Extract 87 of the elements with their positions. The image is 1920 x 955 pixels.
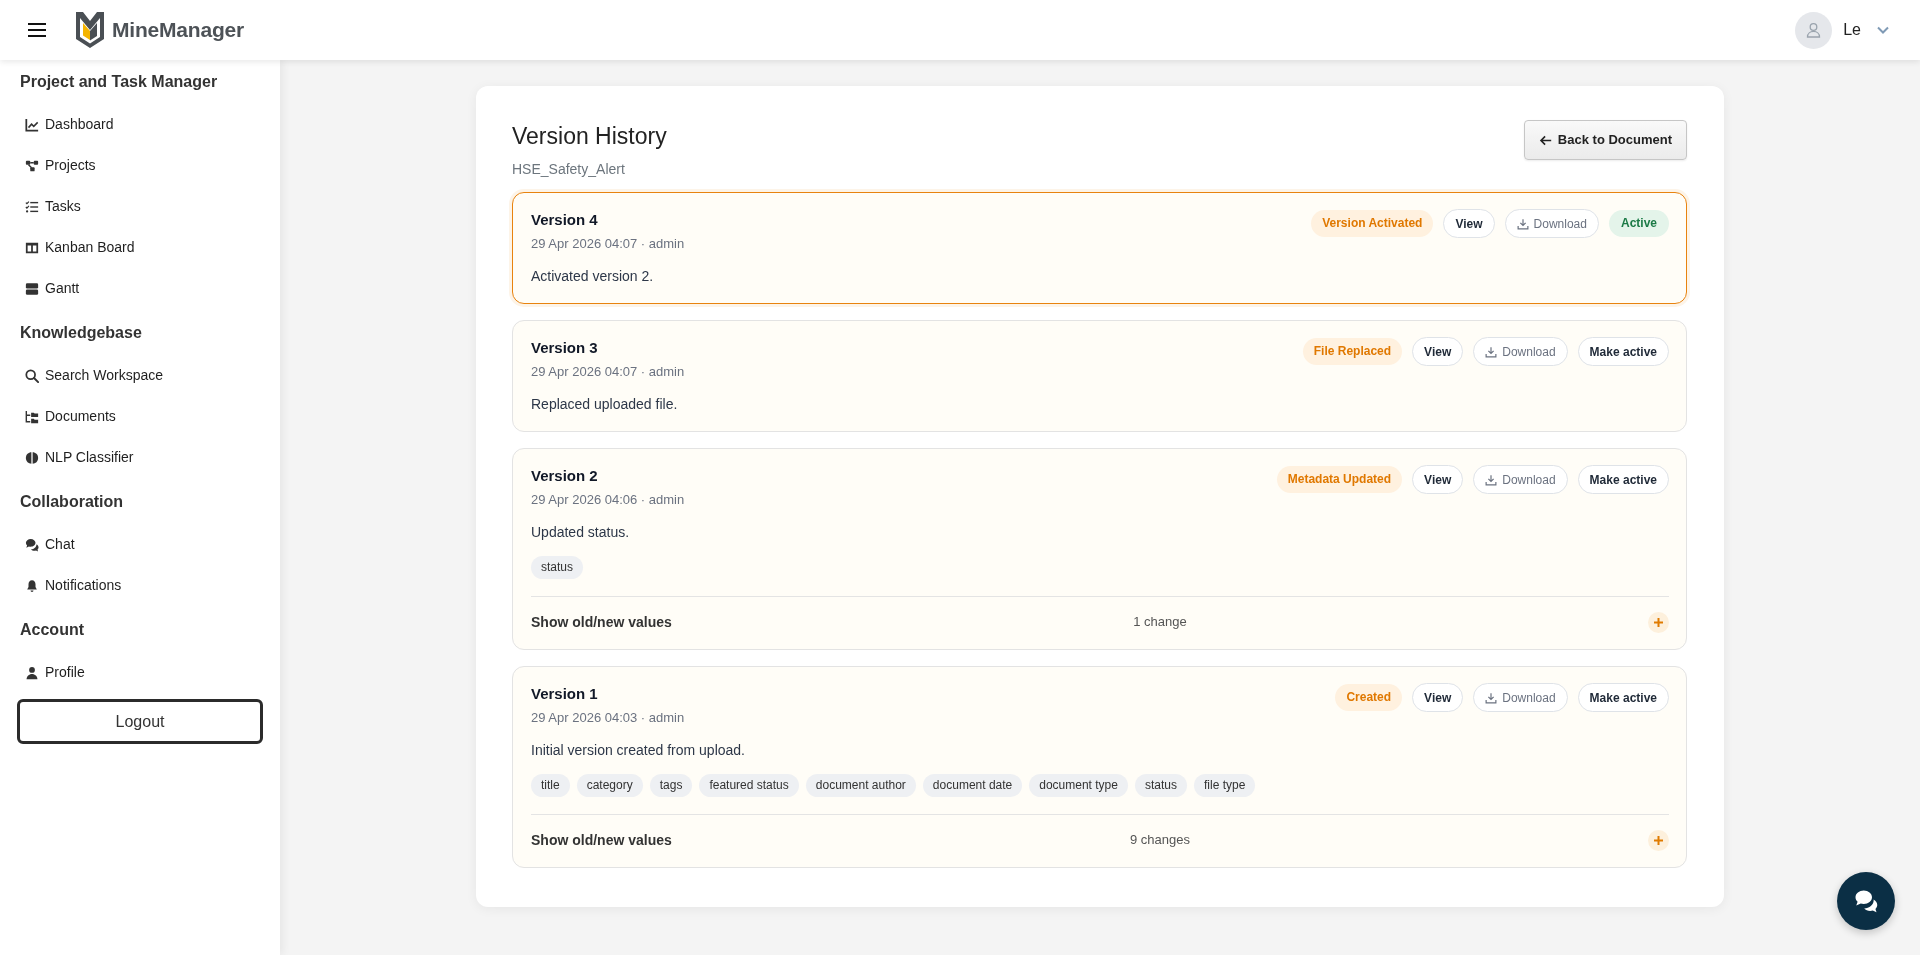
field-tag: file type — [1194, 774, 1256, 797]
download-icon — [1485, 691, 1498, 704]
folder-tree-icon — [25, 409, 39, 424]
plus-icon[interactable] — [1648, 611, 1669, 633]
download-button[interactable]: Download — [1473, 683, 1568, 712]
avatar-icon[interactable] — [1795, 11, 1833, 49]
values-toggle[interactable]: Show old/new values — [531, 829, 672, 851]
view-button[interactable]: View — [1412, 465, 1464, 494]
download-button[interactable]: Download — [1473, 465, 1568, 494]
nav-item[interactable]: Notifications — [17, 565, 122, 606]
version-meta: 29 Apr 2026 04:07 · admin — [531, 235, 685, 253]
section-heading: Account — [20, 620, 85, 640]
view-button[interactable]: View — [1412, 337, 1464, 366]
version-description: Activated version 2. — [531, 267, 655, 286]
nav-item[interactable]: Chat — [17, 524, 75, 565]
active-status: Active — [1608, 210, 1669, 237]
page-title: Version History — [512, 122, 667, 150]
change-count: 9 changes — [1129, 831, 1190, 850]
event-label: Version Activated — [1311, 210, 1434, 237]
values-toggle[interactable]: Show old/new values — [531, 611, 672, 633]
version-meta: 29 Apr 2026 04:07 · admin — [531, 363, 685, 381]
event-label: File Replaced — [1302, 338, 1403, 365]
version-title: Version 4 — [531, 210, 599, 230]
back-button[interactable]: Back to Document — [1523, 120, 1687, 160]
plus-icon[interactable] — [1648, 829, 1669, 851]
version-meta: 29 Apr 2026 04:06 · admin — [531, 491, 685, 509]
version-title: Version 3 — [531, 338, 599, 358]
diagram-icon — [25, 158, 39, 173]
nav-item[interactable]: NLP Classifier — [17, 437, 134, 478]
bell-icon — [25, 578, 39, 593]
nav-item[interactable]: Dashboard — [17, 104, 114, 145]
view-button[interactable]: View — [1412, 683, 1464, 712]
chart-icon — [25, 117, 39, 132]
chat-bubbles-icon — [25, 537, 39, 552]
view-button[interactable]: View — [1443, 209, 1495, 238]
version-title: Version 2 — [531, 466, 599, 486]
download-button[interactable]: Download — [1473, 337, 1568, 366]
arrow-left-icon — [1538, 133, 1552, 147]
chat-bubbles-icon — [1854, 889, 1878, 913]
field-tag: document date — [922, 774, 1023, 797]
user-name[interactable]: Le — [1843, 18, 1861, 42]
version-description: Replaced uploaded file. — [531, 395, 679, 414]
checklist-icon — [25, 199, 39, 214]
nav-item[interactable]: Tasks — [17, 186, 81, 227]
download-icon — [1516, 217, 1529, 230]
menu-icon[interactable] — [28, 23, 46, 37]
field-tag: featured status — [699, 774, 799, 797]
make-active-button[interactable]: Make active — [1577, 683, 1669, 712]
download-button[interactable]: Download — [1504, 209, 1599, 238]
make-active-button[interactable]: Make active — [1577, 465, 1669, 494]
field-tag: tags — [649, 774, 693, 797]
event-label: Metadata Updated — [1276, 466, 1403, 493]
field-tag: category — [576, 774, 643, 797]
nav-item[interactable]: Profile — [17, 652, 85, 693]
stack-icon — [25, 281, 39, 296]
app-name[interactable]: MineManager — [112, 14, 244, 46]
search-icon — [25, 368, 39, 383]
version-description: Initial version created from upload. — [531, 741, 746, 760]
nav-item[interactable]: Documents — [17, 396, 116, 437]
change-count: 1 change — [1133, 613, 1187, 632]
make-active-button[interactable]: Make active — [1577, 337, 1669, 366]
event-label: Created — [1335, 684, 1403, 711]
field-tag: document author — [805, 774, 916, 797]
nav-item[interactable]: Projects — [17, 145, 96, 186]
field-tag: title — [531, 774, 570, 797]
logout-button[interactable]: Logout — [17, 699, 263, 744]
field-tag: status — [531, 556, 583, 579]
chevron-down-icon[interactable] — [1877, 26, 1889, 34]
columns-icon — [25, 240, 39, 255]
nav-item[interactable]: Search Workspace — [17, 355, 163, 396]
field-tag: document type — [1029, 774, 1128, 797]
logo-icon[interactable] — [74, 10, 106, 50]
version-title: Version 1 — [531, 684, 599, 704]
person-icon — [25, 665, 39, 680]
brain-icon — [25, 450, 39, 465]
field-tag: status — [1134, 774, 1187, 797]
version-description: Updated status. — [531, 523, 631, 542]
section-heading: Collaboration — [20, 492, 125, 512]
section-heading: Knowledgebase — [20, 323, 143, 343]
nav-item[interactable]: Kanban Board — [17, 227, 135, 268]
nav-item[interactable]: Gantt — [17, 268, 80, 309]
version-meta: 29 Apr 2026 04:03 · admin — [531, 709, 685, 727]
download-icon — [1485, 345, 1498, 358]
section-heading: Project and Task Manager — [20, 72, 219, 92]
download-icon — [1485, 473, 1498, 486]
chat-button[interactable] — [1837, 872, 1895, 930]
document-name: HSE_Safety_Alert — [512, 160, 626, 179]
